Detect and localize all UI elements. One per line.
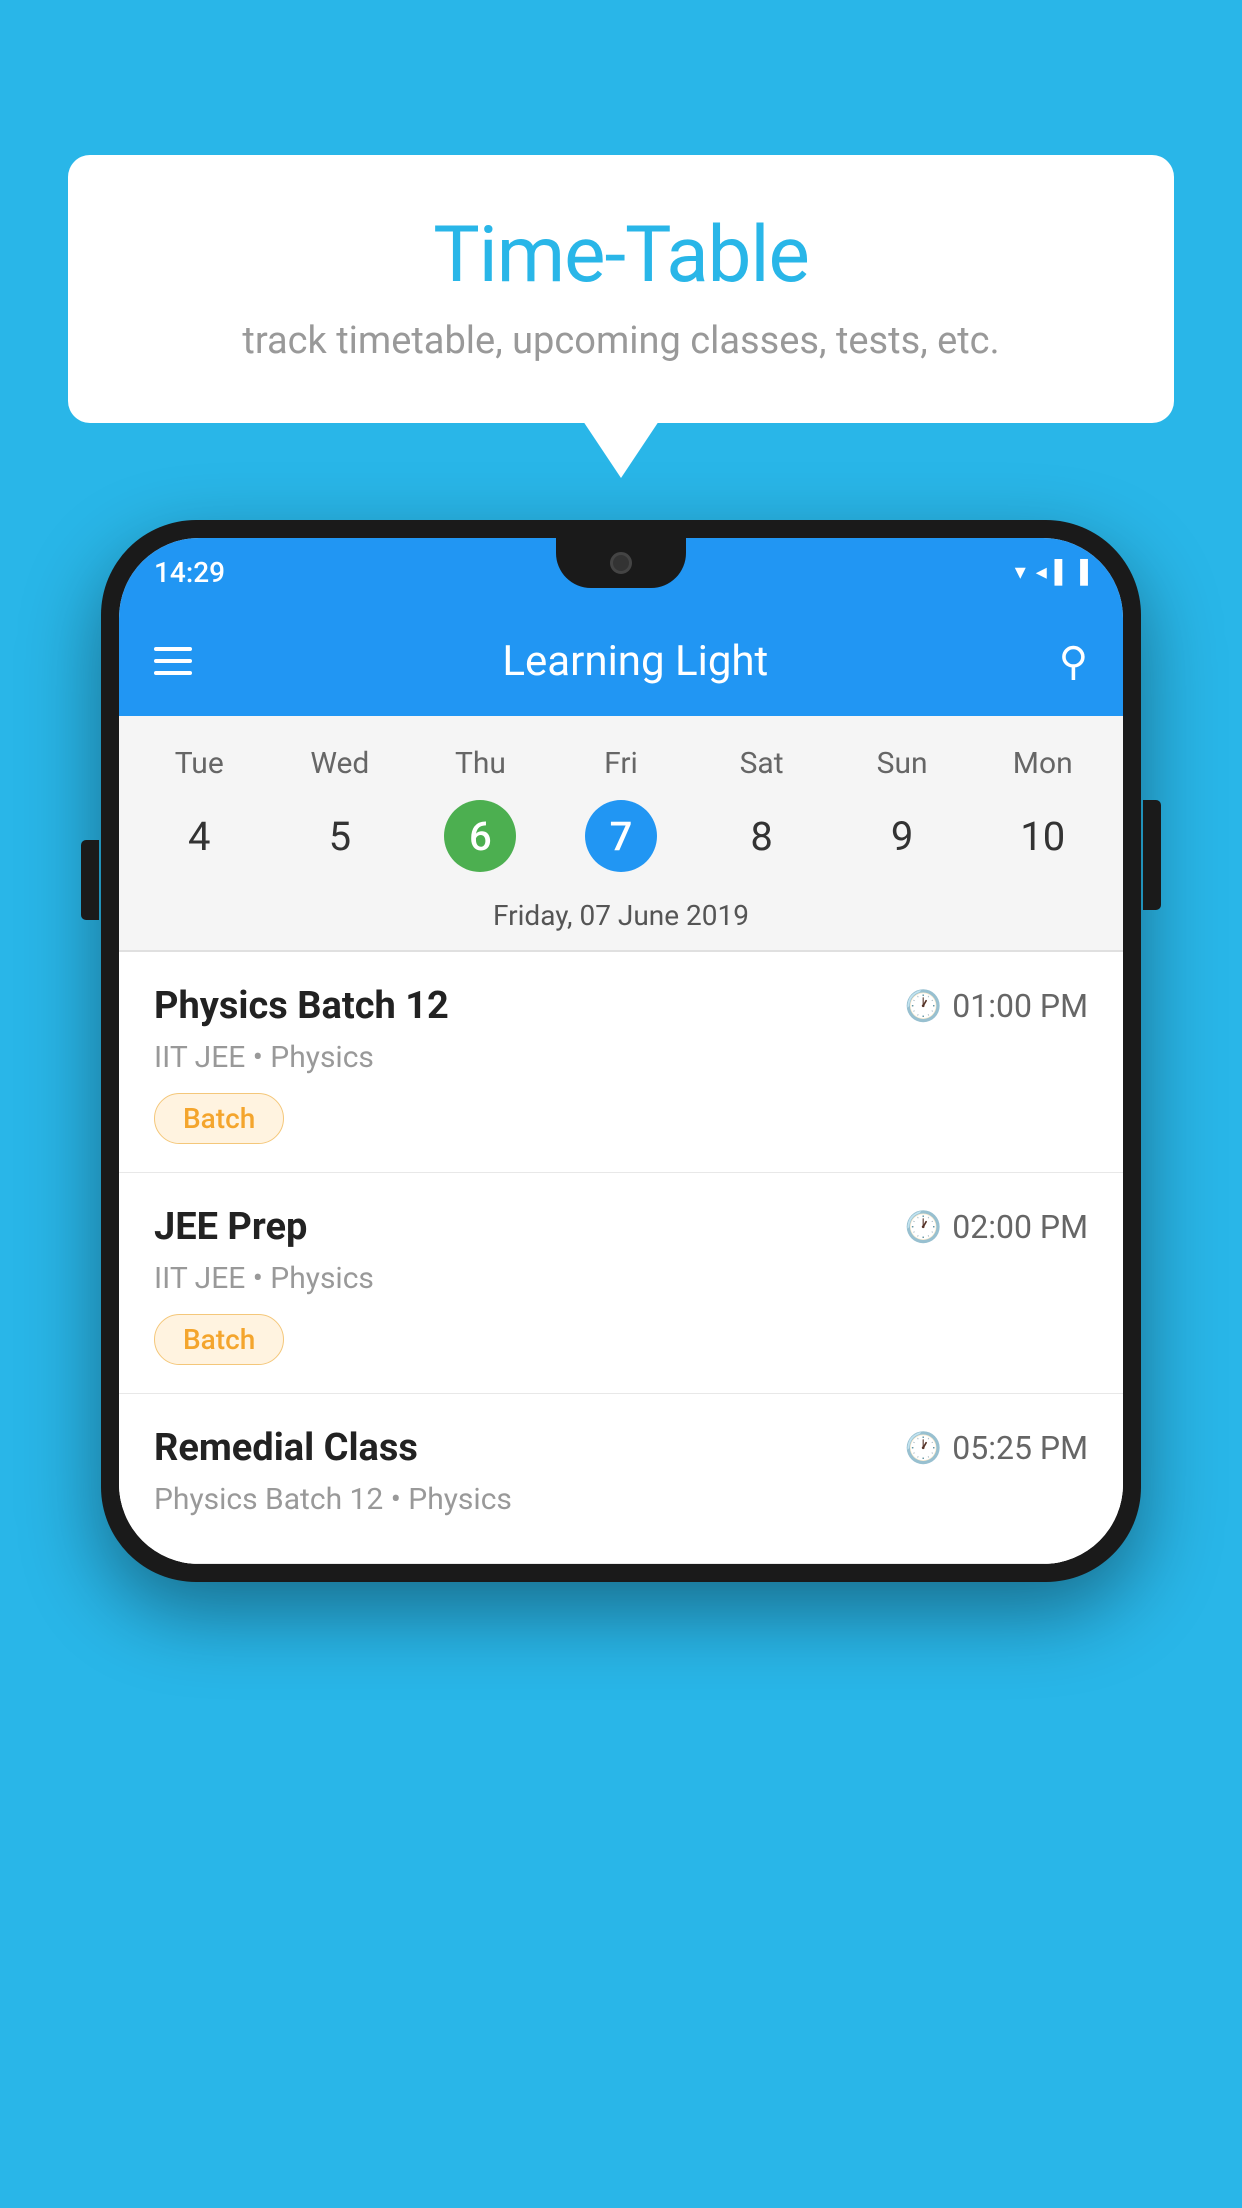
schedule-item-2-time-text: 02:00 PM bbox=[952, 1208, 1088, 1246]
status-bar: 14:29 ▾ ◂▐ ▐ bbox=[119, 538, 1123, 606]
signal-icon: ◂▐ bbox=[1036, 559, 1063, 585]
hamburger-line-1 bbox=[154, 647, 192, 651]
day-9[interactable]: 9 bbox=[832, 796, 973, 876]
calendar-strip: Tue Wed Thu Fri Sat Sun Mon 4 5 6 7 8 9 … bbox=[119, 716, 1123, 950]
phone-container: 14:29 ▾ ◂▐ ▐ Learning Light ⚲ bbox=[101, 520, 1141, 1582]
day-numbers: 4 5 6 7 8 9 10 bbox=[119, 791, 1123, 891]
schedule-item-3-title: Remedial Class bbox=[154, 1426, 418, 1470]
status-time: 14:29 bbox=[154, 556, 225, 589]
hamburger-line-2 bbox=[154, 659, 192, 663]
phone-outer: 14:29 ▾ ◂▐ ▐ Learning Light ⚲ bbox=[101, 520, 1141, 1582]
app-title: Learning Light bbox=[242, 637, 1029, 686]
schedule-item-2-title: JEE Prep bbox=[154, 1205, 307, 1249]
phone-inner: 14:29 ▾ ◂▐ ▐ Learning Light ⚲ bbox=[119, 538, 1123, 1564]
batch-badge-2: Batch bbox=[154, 1314, 284, 1365]
wifi-icon: ▾ bbox=[1015, 560, 1026, 585]
schedule-item-1-time: 🕐 01:00 PM bbox=[905, 987, 1088, 1025]
selected-date-label: Friday, 07 June 2019 bbox=[119, 891, 1123, 950]
notch bbox=[556, 538, 686, 588]
menu-button[interactable] bbox=[154, 647, 192, 675]
day-7-selected[interactable]: 7 bbox=[585, 800, 657, 872]
clock-icon-2: 🕐 bbox=[905, 1210, 942, 1245]
schedule-item-3-time-text: 05:25 PM bbox=[952, 1429, 1088, 1467]
status-icons: ▾ ◂▐ ▐ bbox=[1015, 559, 1088, 585]
day-header-sat: Sat bbox=[691, 736, 832, 791]
schedule-item-3-header: Remedial Class 🕐 05:25 PM bbox=[154, 1426, 1088, 1470]
bubble-title: Time-Table bbox=[128, 210, 1114, 301]
app-bar: Learning Light ⚲ bbox=[119, 606, 1123, 716]
schedule-item-2-time: 🕐 02:00 PM bbox=[905, 1208, 1088, 1246]
search-button[interactable]: ⚲ bbox=[1059, 638, 1088, 685]
day-5[interactable]: 5 bbox=[270, 796, 411, 876]
schedule-item-2-subtitle: IIT JEE • Physics bbox=[154, 1261, 1088, 1296]
schedule-item-3[interactable]: Remedial Class 🕐 05:25 PM Physics Batch … bbox=[119, 1394, 1123, 1564]
clock-icon-3: 🕐 bbox=[905, 1431, 942, 1466]
day-4[interactable]: 4 bbox=[129, 796, 270, 876]
day-10[interactable]: 10 bbox=[972, 796, 1113, 876]
day-header-tue: Tue bbox=[129, 736, 270, 791]
speech-bubble: Time-Table track timetable, upcoming cla… bbox=[68, 155, 1174, 423]
day-header-thu: Thu bbox=[410, 736, 551, 791]
schedule-item-2-header: JEE Prep 🕐 02:00 PM bbox=[154, 1205, 1088, 1249]
day-6-today[interactable]: 6 bbox=[444, 800, 516, 872]
day-header-mon: Mon bbox=[972, 736, 1113, 791]
schedule-container: Physics Batch 12 🕐 01:00 PM IIT JEE • Ph… bbox=[119, 952, 1123, 1564]
speech-bubble-container: Time-Table track timetable, upcoming cla… bbox=[68, 155, 1174, 423]
day-8[interactable]: 8 bbox=[691, 796, 832, 876]
bubble-subtitle: track timetable, upcoming classes, tests… bbox=[128, 319, 1114, 363]
schedule-item-1-title: Physics Batch 12 bbox=[154, 984, 449, 1028]
day-header-fri: Fri bbox=[551, 736, 692, 791]
hamburger-line-3 bbox=[154, 671, 192, 675]
schedule-item-3-time: 🕐 05:25 PM bbox=[905, 1429, 1088, 1467]
schedule-item-1-subtitle: IIT JEE • Physics bbox=[154, 1040, 1088, 1075]
schedule-item-1-time-text: 01:00 PM bbox=[952, 987, 1088, 1025]
front-camera bbox=[610, 552, 632, 574]
schedule-item-1[interactable]: Physics Batch 12 🕐 01:00 PM IIT JEE • Ph… bbox=[119, 952, 1123, 1173]
schedule-item-2[interactable]: JEE Prep 🕐 02:00 PM IIT JEE • Physics Ba… bbox=[119, 1173, 1123, 1394]
schedule-item-1-header: Physics Batch 12 🕐 01:00 PM bbox=[154, 984, 1088, 1028]
day-headers: Tue Wed Thu Fri Sat Sun Mon bbox=[119, 736, 1123, 791]
day-header-sun: Sun bbox=[832, 736, 973, 791]
battery-icon: ▐ bbox=[1072, 559, 1088, 585]
clock-icon-1: 🕐 bbox=[905, 989, 942, 1024]
batch-badge-1: Batch bbox=[154, 1093, 284, 1144]
day-header-wed: Wed bbox=[270, 736, 411, 791]
schedule-item-3-subtitle: Physics Batch 12 • Physics bbox=[154, 1482, 1088, 1517]
